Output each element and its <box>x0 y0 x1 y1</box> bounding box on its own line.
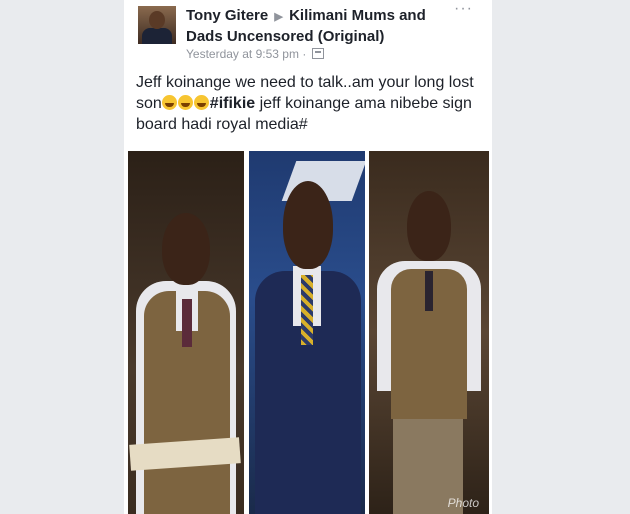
author-avatar[interactable] <box>138 6 176 44</box>
post-photo-3[interactable]: Photo <box>369 151 489 514</box>
photo-watermark: Photo <box>447 496 479 510</box>
laughing-emoji-icon <box>193 95 209 110</box>
head <box>162 213 210 285</box>
head <box>407 191 451 261</box>
more-options-icon[interactable]: ··· <box>454 0 473 18</box>
arrow-right-icon: ▶ <box>274 11 283 23</box>
head <box>283 181 333 269</box>
group-privacy-icon <box>311 48 324 59</box>
post-meta: Yesterday at 9:53 pm · <box>186 47 324 61</box>
post-text: Jeff koinange we need to talk..am your l… <box>136 72 481 135</box>
laughing-emoji-icon <box>161 95 177 110</box>
hashtag-link[interactable]: #ifikie <box>210 95 255 112</box>
post-photo-1[interactable] <box>128 151 244 514</box>
tie <box>301 275 313 345</box>
post-header: Tony Gitere ▶ Kilimani Mums and Dads Unc… <box>186 6 456 46</box>
meta-separator: · <box>302 47 307 61</box>
post-timestamp[interactable]: Yesterday at 9:53 pm <box>186 47 299 61</box>
tie <box>182 299 192 347</box>
author-name[interactable]: Tony Gitere <box>186 7 268 24</box>
tie <box>425 271 433 311</box>
laughing-emoji-icon <box>177 95 193 110</box>
post-photo-2[interactable] <box>249 151 365 514</box>
